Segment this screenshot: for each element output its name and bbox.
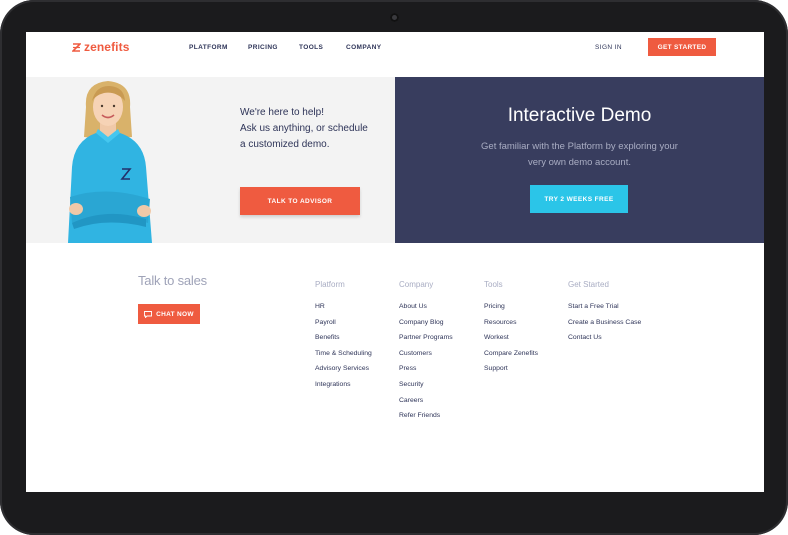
footer-link[interactable]: Time & Scheduling (315, 349, 372, 365)
footer-column-platform: Platform HR Payroll Benefits Time & Sche… (315, 280, 372, 396)
chat-icon (144, 310, 153, 318)
footer-column-company: Company About Us Company Blog Partner Pr… (399, 280, 453, 427)
footer-link[interactable]: Contact Us (568, 333, 641, 349)
column-title: Get Started (568, 280, 609, 289)
demo-panel: Interactive Demo Get familiar with the P… (395, 77, 764, 243)
footer-link[interactable]: Create a Business Case (568, 318, 641, 334)
column-title: Platform (315, 280, 345, 289)
footer-column-tools: Tools Pricing Resources Workest Compare … (484, 280, 538, 380)
footer-link[interactable]: About Us (399, 302, 453, 318)
footer-link[interactable]: Partner Programs (399, 333, 453, 349)
nav-pricing[interactable]: PRICING (248, 44, 278, 51)
sign-in-link[interactable]: SIGN IN (595, 44, 622, 51)
tablet-frame: zenefits PLATFORM PRICING TOOLS COMPANY … (0, 0, 788, 535)
logo-text: zenefits (84, 40, 130, 54)
footer-link[interactable]: Refer Friends (399, 411, 453, 427)
demo-subtitle-line-1: Get familiar with the Platform by explor… (481, 141, 678, 152)
footer-link[interactable]: Payroll (315, 318, 372, 334)
footer-link[interactable]: Start a Free Trial (568, 302, 641, 318)
sales-title: Talk to sales (138, 273, 207, 288)
footer-link[interactable]: Resources (484, 318, 538, 334)
footer-link[interactable]: Integrations (315, 380, 372, 396)
help-line-1: We're here to help! (240, 107, 324, 118)
column-title: Company (399, 280, 434, 289)
get-started-button[interactable]: GET STARTED (648, 38, 716, 56)
browser-screen: zenefits PLATFORM PRICING TOOLS COMPANY … (26, 32, 764, 492)
try-free-button[interactable]: TRY 2 WEEKS FREE (530, 185, 628, 213)
footer-link[interactable]: Support (484, 364, 538, 380)
zenefits-logo-icon (72, 42, 81, 52)
camera-icon (390, 13, 399, 22)
footer-link[interactable]: HR (315, 302, 372, 318)
person-photo (68, 81, 152, 243)
site-header: zenefits PLATFORM PRICING TOOLS COMPANY … (26, 32, 764, 77)
help-line-3: a customized demo. (240, 139, 330, 150)
demo-subtitle-line-2: very own demo account. (528, 157, 631, 168)
chat-now-button[interactable]: CHAT NOW (138, 304, 200, 324)
demo-subtitle: Get familiar with the Platform by explor… (395, 139, 764, 171)
chat-now-label: CHAT NOW (156, 310, 194, 318)
column-title: Tools (484, 280, 503, 289)
logo[interactable]: zenefits (72, 40, 129, 54)
footer-link[interactable]: Workest (484, 333, 538, 349)
footer-link[interactable]: Advisory Services (315, 364, 372, 380)
footer-link[interactable]: Security (399, 380, 453, 396)
footer-link[interactable]: Careers (399, 396, 453, 412)
help-line-2: Ask us anything, or schedule (240, 123, 368, 134)
footer-link[interactable]: Press (399, 364, 453, 380)
demo-title: Interactive Demo (507, 105, 652, 126)
footer-link[interactable]: Pricing (484, 302, 538, 318)
footer-link[interactable]: Company Blog (399, 318, 453, 334)
footer-column-get-started: Get Started Start a Free Trial Create a … (568, 280, 641, 349)
footer-link[interactable]: Benefits (315, 333, 372, 349)
footer-link[interactable]: Compare Zenefits (484, 349, 538, 365)
talk-to-advisor-button[interactable]: TALK TO ADVISOR (240, 187, 360, 215)
nav-tools[interactable]: TOOLS (299, 44, 323, 51)
help-message: We're here to help! Ask us anything, or … (240, 105, 380, 153)
nav-platform[interactable]: PLATFORM (189, 44, 228, 51)
footer-link[interactable]: Customers (399, 349, 453, 365)
help-panel: We're here to help! Ask us anything, or … (26, 77, 395, 243)
nav-company[interactable]: COMPANY (346, 44, 382, 51)
